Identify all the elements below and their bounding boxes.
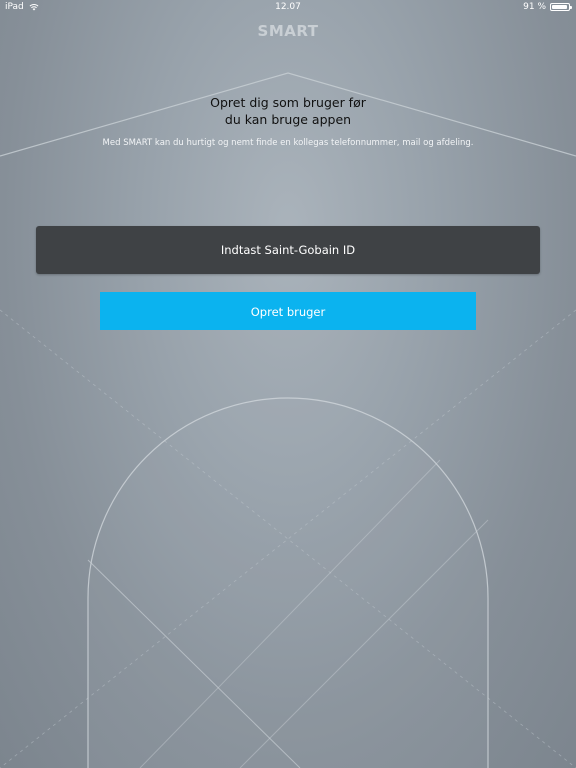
intro-headline: Opret dig som bruger før du kan bruge ap… [0,94,576,128]
battery-percent: 91 % [523,2,546,12]
app-title: SMART [257,22,319,40]
status-bar: iPad 12.07 91 % [0,0,576,16]
headline-line-2: du kan bruge appen [224,112,352,127]
battery-icon [550,3,572,11]
intro-description: Med SMART kan du hurtigt og nemt finde e… [102,138,474,148]
battery-fill [552,5,567,9]
headline-line-1: Opret dig som bruger før [210,95,366,110]
create-user-button[interactable]: Opret bruger [100,292,476,330]
status-right: 91 % [523,2,572,12]
status-time: 12.07 [275,2,301,12]
saint-gobain-id-input[interactable] [36,226,540,274]
